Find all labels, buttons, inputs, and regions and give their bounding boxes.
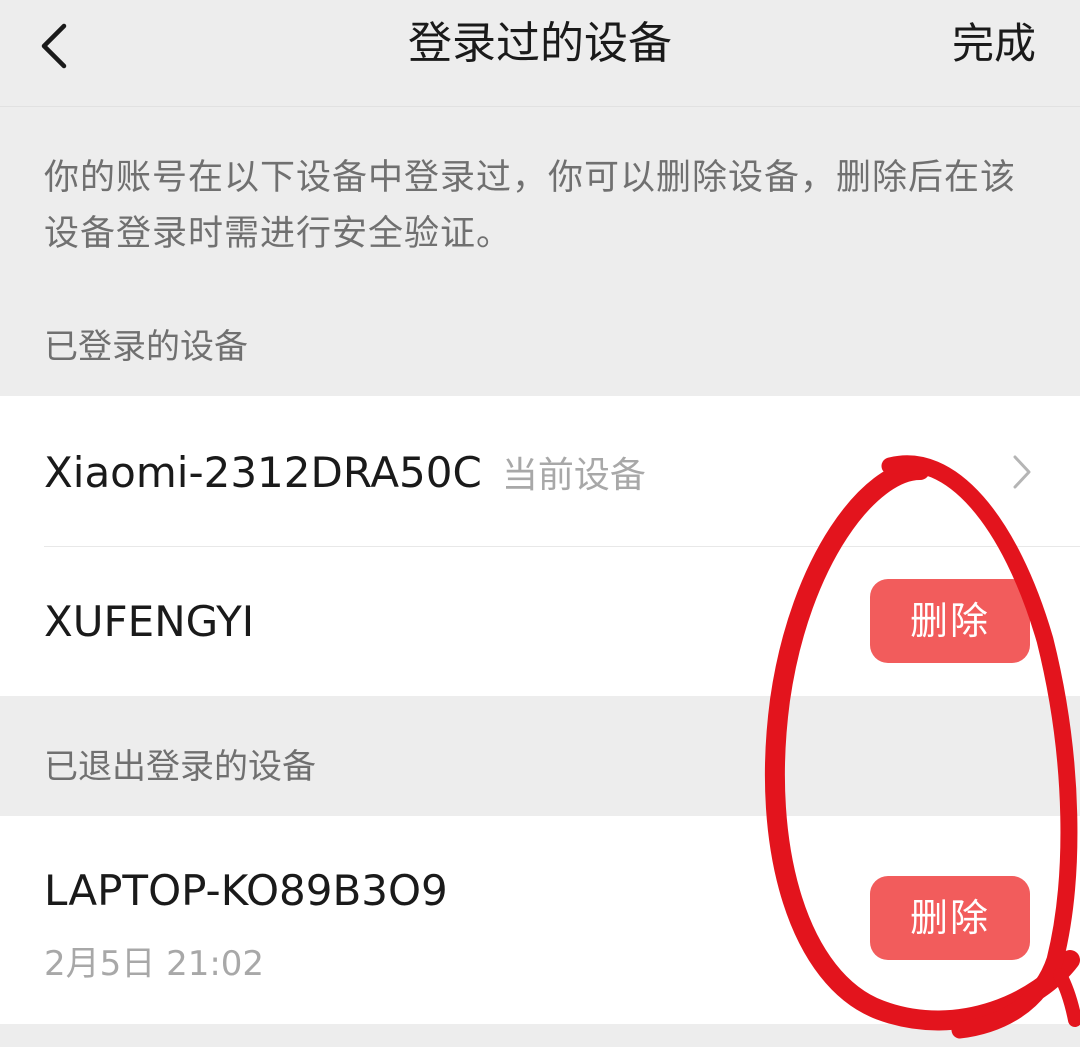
delete-button[interactable]: 删除 <box>870 579 1030 663</box>
delete-button[interactable]: 删除 <box>870 876 1030 960</box>
chevron-left-icon <box>41 23 67 69</box>
nav-bar: 登录过的设备 完成 <box>0 0 1080 107</box>
device-name-text: Xiaomi-2312DRA50C 当前设备 <box>44 446 646 498</box>
logged-in-devices-card: Xiaomi-2312DRA50C 当前设备 XUFENGYI 删除 <box>0 396 1080 696</box>
done-button[interactable]: 完成 <box>952 14 1036 74</box>
page-title: 登录过的设备 <box>408 18 672 69</box>
logged-out-devices-card: LAPTOP-KO89B3O9 2月5日 21:02 删除 <box>0 816 1080 1024</box>
description-text: 你的账号在以下设备中登录过，你可以删除设备，删除后在该设备登录时需进行安全验证。 <box>44 158 1017 254</box>
chevron-right-icon <box>1013 455 1031 489</box>
section-label-logged-in: 已登录的设备 <box>44 327 248 367</box>
back-button[interactable] <box>30 18 90 74</box>
device-name: LAPTOP-KO89B3O9 <box>44 866 448 915</box>
current-device-tag: 当前设备 <box>501 455 646 496</box>
device-name: XUFENGYI <box>44 597 255 646</box>
device-row-current[interactable]: Xiaomi-2312DRA50C 当前设备 <box>0 396 1080 546</box>
section-label-logged-out: 已退出登录的设备 <box>44 747 316 787</box>
device-row-xufengyi: XUFENGYI 删除 <box>0 547 1080 696</box>
device-row-laptop: LAPTOP-KO89B3O9 2月5日 21:02 删除 <box>0 816 1080 1024</box>
last-login-time: 2月5日 21:02 <box>44 944 265 984</box>
device-name: Xiaomi-2312DRA50C <box>44 448 482 497</box>
